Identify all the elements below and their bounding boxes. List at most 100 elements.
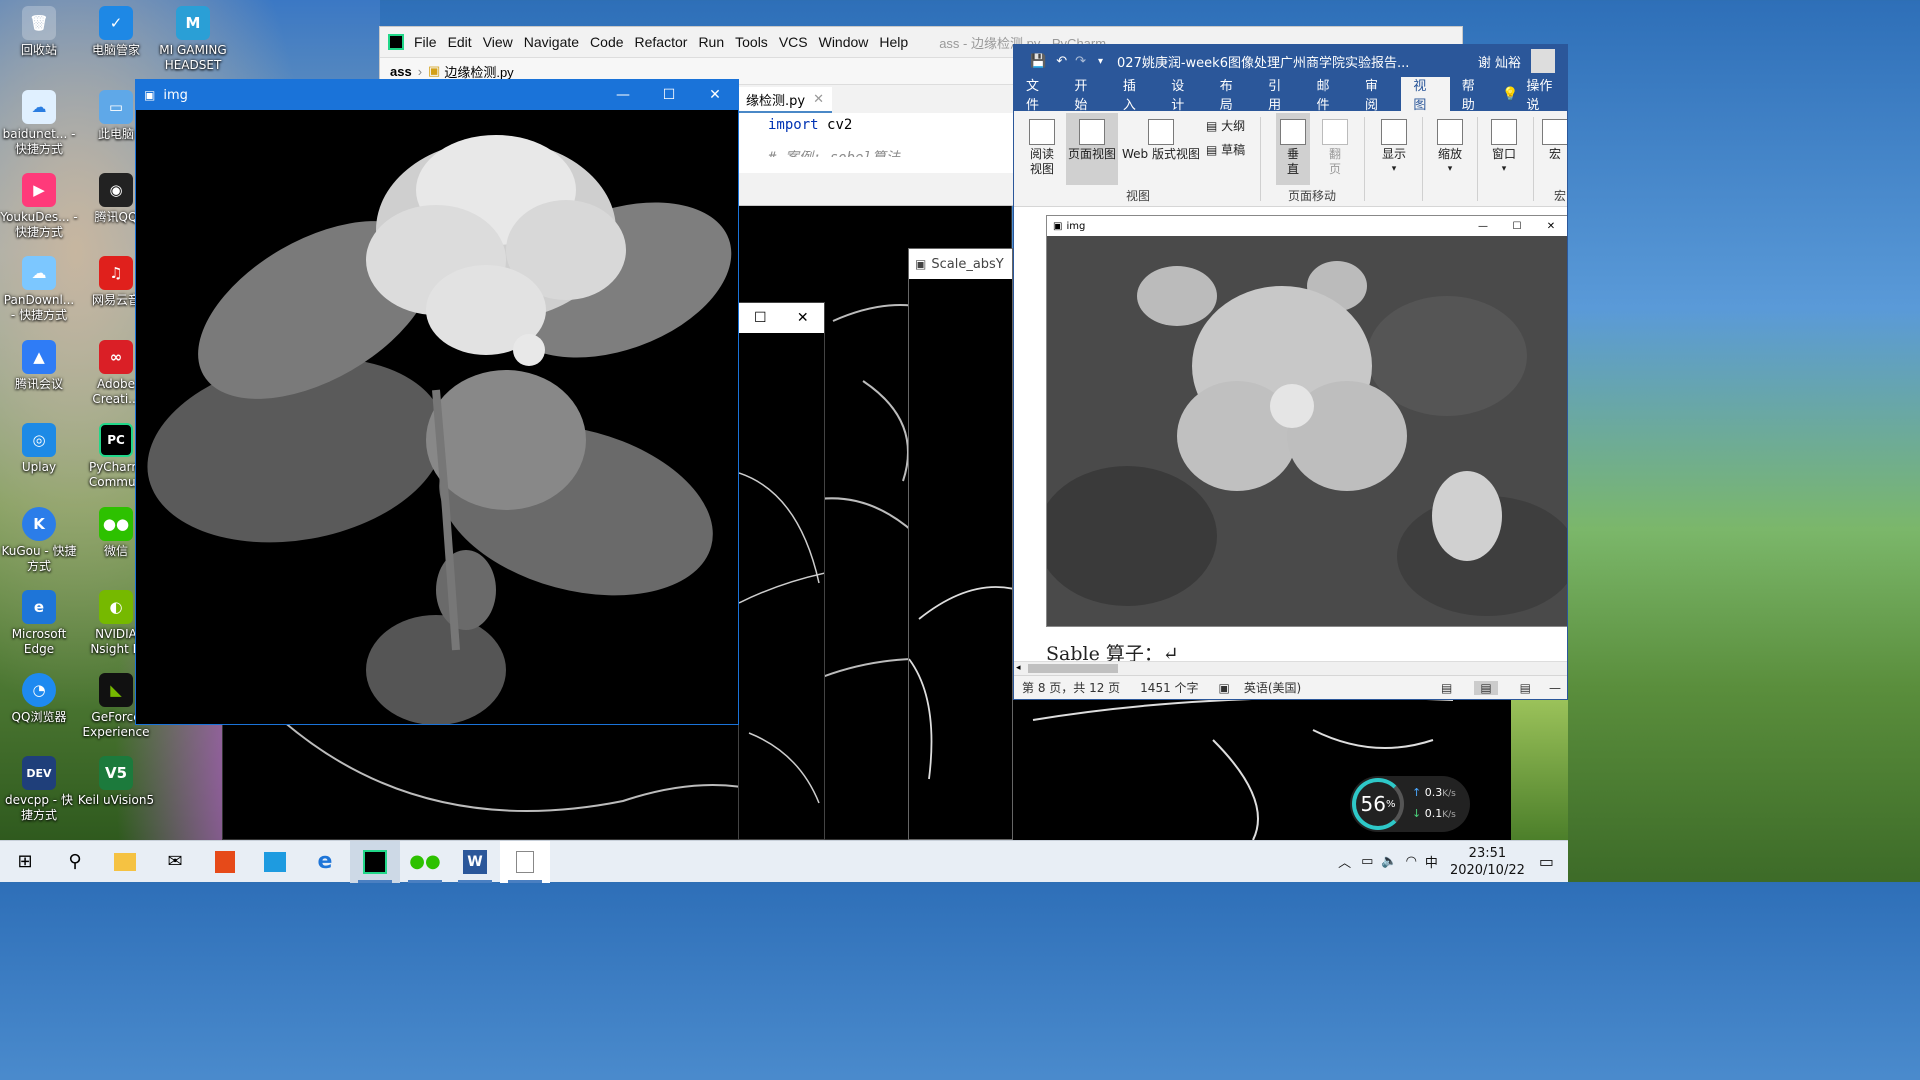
read-view-button[interactable]: 阅读视图	[1026, 119, 1058, 177]
status-language[interactable]: 英语(美国)	[1244, 679, 1301, 696]
desktop-icon-pc-manager[interactable]: ✓ 电脑管家	[77, 6, 155, 58]
desktop-icon-recycle-bin[interactable]: 🗑 回收站	[0, 6, 78, 58]
save-icon[interactable]: 💾	[1030, 54, 1046, 69]
chevron-up-icon[interactable]: ︿	[1338, 852, 1351, 871]
notification-icon[interactable]: ▭	[1539, 852, 1554, 871]
redo-icon[interactable]: ↷	[1075, 54, 1086, 69]
taskbar-store[interactable]	[250, 841, 300, 883]
menu-code[interactable]: Code	[590, 34, 623, 50]
editor-tab[interactable]: 缘检测.py ✕	[738, 87, 832, 113]
print-layout-icon[interactable]: ▤	[1474, 680, 1498, 695]
tab-tell-me[interactable]: 操作说	[1522, 77, 1567, 113]
minimize-button[interactable]: —	[600, 80, 646, 110]
word-user-name[interactable]: 谢 灿裕	[1478, 52, 1521, 71]
volume-icon[interactable]: 🔈	[1381, 854, 1397, 869]
tab-mailings[interactable]: 邮件	[1305, 77, 1353, 113]
read-mode-icon[interactable]: ▤	[1441, 681, 1452, 695]
minimize-button[interactable]: —	[1466, 221, 1500, 232]
breadcrumb-file[interactable]: 边缘检测.py	[444, 62, 513, 81]
tab-file[interactable]: 文件	[1014, 77, 1062, 113]
desktop-icon-mi-headset[interactable]: M MI GAMING HEADSET	[154, 6, 232, 73]
start-button[interactable]: ⊞	[0, 841, 50, 883]
web-view-button[interactable]: Web 版式视图	[1120, 119, 1202, 162]
tab-insert[interactable]: 插入	[1111, 77, 1159, 113]
taskbar-office[interactable]	[200, 841, 250, 883]
scroll-left-icon[interactable]: ◂	[1016, 663, 1021, 673]
tab-home[interactable]: 开始	[1062, 77, 1110, 113]
avatar[interactable]	[1531, 49, 1555, 73]
taskbar-pycharm[interactable]	[350, 840, 400, 883]
tab-review[interactable]: 审阅	[1353, 77, 1401, 113]
status-page-count[interactable]: 第 8 页，共 12 页	[1022, 679, 1120, 696]
word-document-area[interactable]: ▣ img — ☐ ✕ Sable 算子：↵	[1014, 207, 1567, 677]
maximize-button[interactable]: ☐	[646, 80, 692, 110]
desktop-icon-baidunet[interactable]: ☁ baidunet... - 快捷方式	[0, 90, 78, 157]
menu-tools[interactable]: Tools	[735, 34, 768, 50]
scrollbar-thumb[interactable]	[1028, 664, 1118, 673]
maximize-button[interactable]: ☐	[739, 303, 782, 333]
embedded-img-window[interactable]: ▣ img — ☐ ✕	[1046, 215, 1567, 627]
horizontal-scrollbar[interactable]: ◂	[1014, 661, 1567, 675]
clock[interactable]: 23:51 2020/10/22	[1450, 845, 1525, 879]
desktop-icon-qq-browser[interactable]: ◔ QQ浏览器	[0, 673, 78, 725]
tab-references[interactable]: 引用	[1256, 77, 1304, 113]
web-layout-icon[interactable]: ▤	[1520, 681, 1531, 695]
code-editor[interactable]: import cv2 # 案例: sobel算法	[738, 113, 1014, 173]
menu-vcs[interactable]: VCS	[779, 34, 808, 50]
desktop-icon-uplay[interactable]: ◎ Uplay	[0, 423, 78, 475]
tab-help[interactable]: 帮助	[1450, 77, 1498, 113]
quick-access-dropdown-icon[interactable]: ▾	[1098, 56, 1103, 67]
close-icon[interactable]: ✕	[813, 92, 824, 107]
taskbar-image-window[interactable]	[500, 840, 550, 883]
close-button[interactable]: ✕	[692, 80, 738, 110]
undo-icon[interactable]: ↶	[1056, 54, 1067, 69]
edge-window-middle[interactable]: ☐ ✕	[738, 302, 825, 840]
zoom-button[interactable]: 缩放 ▾	[1432, 119, 1468, 177]
img-window[interactable]: ▣ img — ☐ ✕	[135, 79, 739, 725]
desktop-icon-tencent-meeting[interactable]: ▲ 腾讯会议	[0, 340, 78, 392]
taskbar-mail[interactable]: ✉	[150, 841, 200, 883]
tab-layout[interactable]: 布局	[1208, 77, 1256, 113]
macros-button[interactable]: 宏	[1542, 119, 1567, 162]
status-word-count[interactable]: 1451 个字	[1140, 679, 1198, 696]
close-button[interactable]: ✕	[1534, 221, 1567, 232]
show-button[interactable]: 显示 ▾	[1376, 119, 1412, 177]
desktop-icon-edge[interactable]: e Microsoft Edge	[0, 590, 78, 657]
menu-window[interactable]: Window	[819, 34, 869, 50]
scale-absy-window[interactable]: ▣ Scale_absY	[908, 248, 1013, 840]
page-view-button[interactable]: 页面视图	[1066, 113, 1118, 185]
network-speed-widget[interactable]: 56% ↑ 0.3K/s ↓ 0.1K/s	[1350, 776, 1470, 832]
menu-refactor[interactable]: Refactor	[635, 34, 688, 50]
taskbar-file-explorer[interactable]	[100, 841, 150, 883]
breadcrumb-project[interactable]: ass	[390, 64, 412, 79]
vertical-button[interactable]: 垂直	[1276, 113, 1310, 185]
taskbar-edge[interactable]: e	[300, 841, 350, 883]
menu-view[interactable]: View	[483, 34, 513, 50]
outline-button[interactable]: ▤ 大纲	[1206, 119, 1245, 134]
taskbar-word[interactable]: W	[450, 841, 500, 883]
desktop-icon-kugou[interactable]: K KuGou - 快捷方式	[0, 507, 78, 574]
window-button[interactable]: 窗口 ▾	[1486, 119, 1522, 177]
battery-icon[interactable]: ▭	[1361, 854, 1373, 869]
menu-help[interactable]: Help	[879, 34, 908, 50]
menu-run[interactable]: Run	[698, 34, 724, 50]
close-button[interactable]: ✕	[782, 303, 825, 333]
tab-design[interactable]: 设计	[1159, 77, 1207, 113]
menu-navigate[interactable]: Navigate	[524, 34, 579, 50]
taskbar-wechat[interactable]: ●●	[400, 841, 450, 883]
side-to-side-button[interactable]: 翻页	[1320, 119, 1350, 177]
search-button[interactable]: ⚲	[50, 841, 100, 883]
desktop-icon-pandownload[interactable]: ☁ PanDownl... - 快捷方式	[0, 256, 78, 323]
tab-view[interactable]: 视图	[1401, 77, 1450, 113]
desktop-icon-keil[interactable]: V5 Keil uVision5	[77, 756, 155, 808]
word-window[interactable]: 💾 ↶ ↷ ▾ 027姚庚润-week6图像处理广州商学院实验报告... 谢 灿…	[1013, 44, 1568, 700]
maximize-button[interactable]: ☐	[1500, 221, 1534, 232]
menu-file[interactable]: File	[414, 34, 437, 50]
draft-button[interactable]: ▤ 草稿	[1206, 143, 1245, 158]
desktop-icon-devcpp[interactable]: DEV devcpp - 快捷方式	[0, 756, 78, 823]
desktop-icon-youku[interactable]: ▶ YoukuDes... - 快捷方式	[0, 173, 78, 240]
menu-edit[interactable]: Edit	[448, 34, 472, 50]
wifi-icon[interactable]: ◠	[1406, 854, 1417, 869]
proofing-icon[interactable]: ▣	[1219, 681, 1230, 695]
zoom-out-icon[interactable]: —	[1549, 681, 1561, 695]
